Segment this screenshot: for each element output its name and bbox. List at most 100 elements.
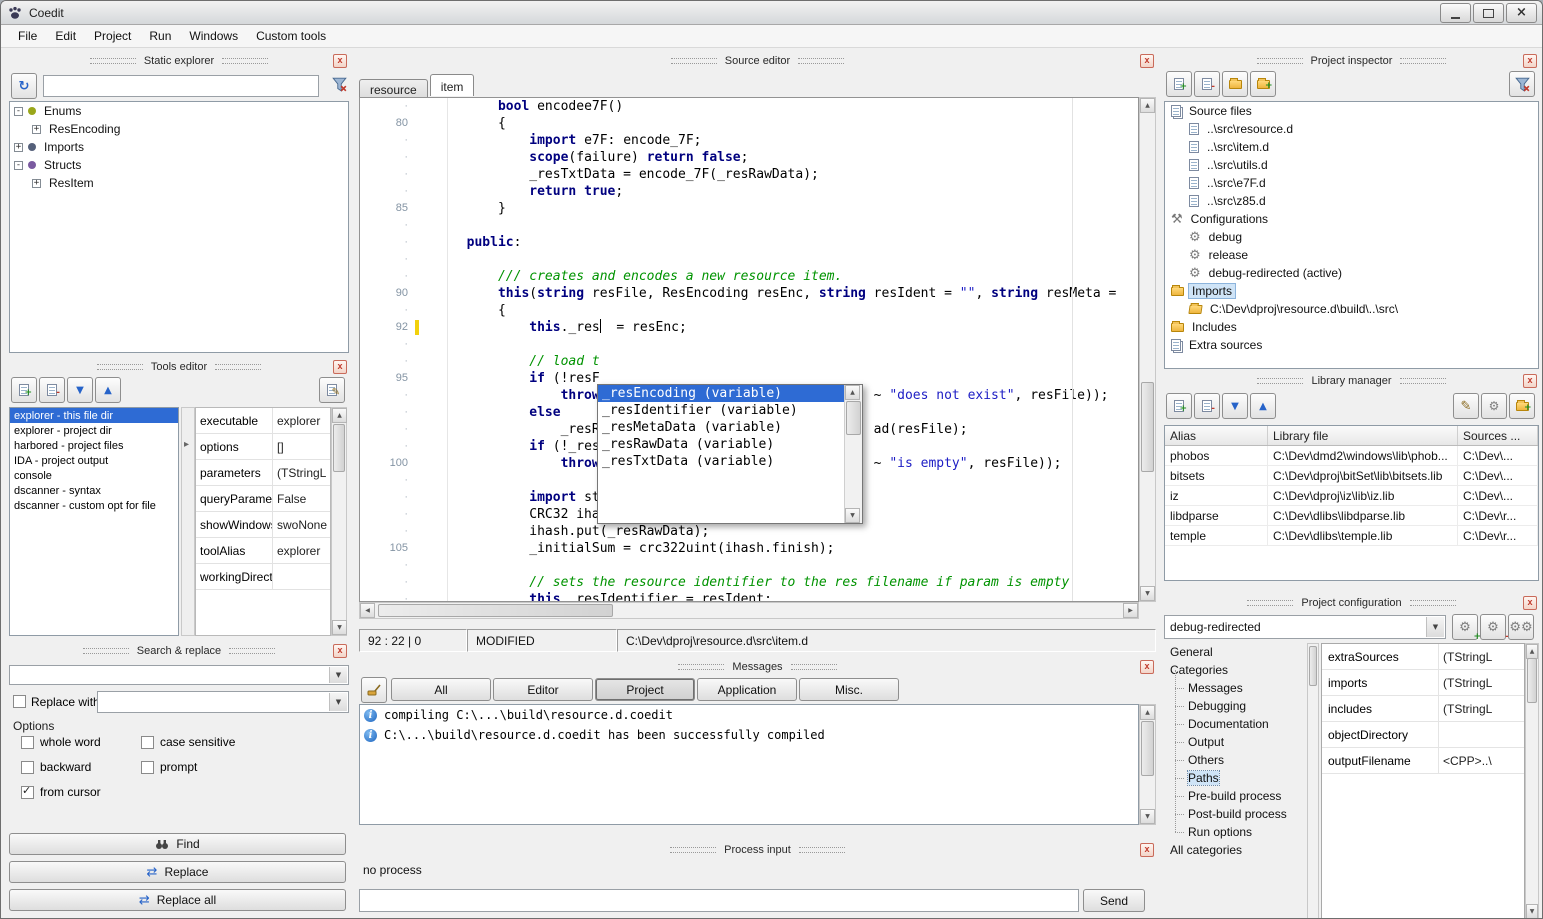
panel-header[interactable]: Project configuration x bbox=[1164, 595, 1539, 611]
symbol-tree-item[interactable]: -Structs bbox=[10, 156, 348, 174]
project-tree-item[interactable]: ..\src\utils.d bbox=[1165, 156, 1538, 174]
maximize-button[interactable] bbox=[1473, 3, 1504, 23]
scroll-down-icon[interactable]: ▼ bbox=[1140, 809, 1155, 824]
category-post-build-process[interactable]: Post-build process bbox=[1164, 805, 1305, 823]
project-tree-item[interactable]: Includes bbox=[1165, 318, 1538, 336]
scroll-up-icon[interactable]: ▲ bbox=[1140, 705, 1155, 720]
property-row[interactable]: queryParametFalse bbox=[196, 486, 330, 512]
property-row[interactable]: options[] bbox=[196, 434, 330, 460]
messages-scrollbar[interactable]: ▲ ▼ bbox=[1139, 704, 1156, 825]
replace-all-button[interactable]: ⇄ Replace all bbox=[9, 889, 346, 911]
category-debugging[interactable]: Debugging bbox=[1164, 697, 1305, 715]
panel-close-icon[interactable]: x bbox=[333, 360, 347, 374]
library-row[interactable]: bitsetsC:\Dev\dproj\bitSet\lib\bitsets.l… bbox=[1165, 466, 1538, 486]
project-tree-item[interactable]: ⚙debug bbox=[1165, 228, 1538, 246]
tool-list-item[interactable]: console bbox=[10, 468, 178, 483]
filter-misc[interactable]: Misc. bbox=[799, 678, 899, 701]
category-output[interactable]: Output bbox=[1164, 733, 1305, 751]
configuration-grid-scrollbar[interactable]: ▲ ▼ bbox=[1525, 643, 1539, 919]
tab-resource[interactable]: resource bbox=[359, 79, 428, 99]
panel-close-icon[interactable]: x bbox=[1140, 54, 1154, 68]
property-row[interactable]: workingDirect bbox=[196, 564, 330, 590]
close-button[interactable]: × bbox=[1506, 3, 1537, 23]
menu-file[interactable]: File bbox=[9, 27, 46, 45]
filter-sources-button[interactable] bbox=[1509, 71, 1535, 97]
panel-close-icon[interactable]: x bbox=[1140, 843, 1154, 857]
dropdown-button[interactable]: ▼ bbox=[1426, 617, 1444, 637]
symbol-search-input[interactable] bbox=[43, 75, 319, 97]
project-tree-item[interactable]: C:\Dev\dproj\resource.d\build\..\src\ bbox=[1165, 300, 1538, 318]
configuration-combo[interactable]: debug-redirected ▼ bbox=[1164, 615, 1446, 639]
filter-editor[interactable]: Editor bbox=[493, 678, 593, 701]
tools-grid-scrollbar[interactable]: ▲ ▼ bbox=[331, 407, 347, 636]
filter-button[interactable] bbox=[332, 77, 347, 97]
scroll-down-icon[interactable]: ▼ bbox=[1140, 586, 1155, 601]
panel-close-icon[interactable]: x bbox=[1523, 54, 1537, 68]
scroll-down-icon[interactable]: ▼ bbox=[845, 508, 860, 523]
minimize-button[interactable] bbox=[1440, 3, 1471, 23]
tool-list-item[interactable]: harbored - project files bbox=[10, 438, 178, 453]
scroll-left-icon[interactable]: ◀ bbox=[360, 603, 375, 618]
expander-icon[interactable]: + bbox=[14, 143, 23, 152]
replace-term-combo[interactable]: ▼ bbox=[97, 691, 349, 713]
scroll-up-icon[interactable]: ▲ bbox=[1140, 98, 1155, 113]
code-editor[interactable]: · bool encodee7F()80 {· import e7F: enco… bbox=[359, 97, 1139, 602]
category-documentation[interactable]: Documentation bbox=[1164, 715, 1305, 733]
project-tree-item[interactable]: Source files bbox=[1165, 102, 1538, 120]
panel-header[interactable]: Messages x bbox=[359, 659, 1156, 675]
expander-icon[interactable]: - bbox=[14, 107, 23, 116]
clone-configuration-button[interactable]: ⚙⚙ bbox=[1508, 614, 1534, 640]
open-folder-button[interactable] bbox=[1222, 71, 1248, 97]
message-row[interactable]: iC:\...\build\resource.d.coedit has been… bbox=[360, 725, 1138, 745]
completion-item[interactable]: _resTxtData (variable) bbox=[598, 453, 844, 470]
project-tree-item[interactable]: ..\src\z85.d bbox=[1165, 192, 1538, 210]
project-tree-item[interactable]: ..\src\item.d bbox=[1165, 138, 1538, 156]
replace-button[interactable]: ⇄ Replace bbox=[9, 861, 346, 883]
find-button[interactable]: Find bbox=[9, 833, 346, 855]
option-from-cursor[interactable]: from cursor bbox=[21, 785, 141, 799]
tool-list-item[interactable]: explorer - this file dir bbox=[10, 408, 178, 423]
add-source-button[interactable]: + bbox=[1166, 71, 1192, 97]
category-all-categories[interactable]: All categories bbox=[1164, 841, 1305, 859]
expander-icon[interactable]: - bbox=[14, 161, 23, 170]
title-bar[interactable]: Coedit × bbox=[1, 1, 1542, 25]
scroll-up-icon[interactable]: ▲ bbox=[332, 408, 347, 423]
project-tree-item[interactable]: ⚙debug-redirected (active) bbox=[1165, 264, 1538, 282]
scroll-thumb[interactable] bbox=[1141, 721, 1154, 776]
panel-header[interactable]: Project inspector x bbox=[1164, 53, 1539, 69]
option-backward[interactable]: backward bbox=[21, 760, 141, 774]
add-folder-library-button[interactable]: + bbox=[1509, 393, 1535, 419]
library-row[interactable]: templeC:\Dev\dlibs\temple.libC:\Dev\r... bbox=[1165, 526, 1538, 546]
column-header[interactable]: Sources ... bbox=[1458, 426, 1538, 445]
add-configuration-button[interactable]: ⚙+ bbox=[1452, 614, 1478, 640]
project-tree-item[interactable]: ..\src\e7F.d bbox=[1165, 174, 1538, 192]
category-paths[interactable]: Paths bbox=[1164, 769, 1305, 787]
tool-list-item[interactable]: dscanner - syntax bbox=[10, 483, 178, 498]
dropdown-button[interactable]: ▼ bbox=[329, 667, 347, 683]
move-down-button[interactable]: ▼ bbox=[67, 377, 93, 403]
menu-run[interactable]: Run bbox=[140, 27, 180, 45]
symbol-tree-item[interactable]: +Imports bbox=[10, 138, 348, 156]
move-down-button[interactable]: ▼ bbox=[1222, 393, 1248, 419]
library-row[interactable]: phobosC:\Dev\dmd2\windows\lib\phob...C:\… bbox=[1165, 446, 1538, 466]
scroll-thumb[interactable] bbox=[1141, 382, 1154, 472]
add-tool-button[interactable]: + bbox=[11, 377, 37, 403]
completion-item[interactable]: _resMetaData (variable) bbox=[598, 419, 844, 436]
symbol-tree-item[interactable]: -Enums bbox=[10, 102, 348, 120]
category-messages[interactable]: Messages bbox=[1164, 679, 1305, 697]
editor-vertical-scrollbar[interactable]: ▲ ▼ bbox=[1139, 97, 1156, 602]
category-categories[interactable]: Categories bbox=[1164, 661, 1305, 679]
completion-item[interactable]: _resIdentifier (variable) bbox=[598, 402, 844, 419]
project-tree-item[interactable]: Extra sources bbox=[1165, 336, 1538, 354]
remove-library-button[interactable]: - bbox=[1194, 393, 1220, 419]
config-property-row[interactable]: imports(TStringL bbox=[1322, 670, 1524, 696]
menu-project[interactable]: Project bbox=[85, 27, 140, 45]
panel-close-icon[interactable]: x bbox=[1523, 374, 1537, 388]
edit-tool-button[interactable]: ✎ bbox=[319, 377, 345, 403]
add-library-button[interactable]: + bbox=[1166, 393, 1192, 419]
message-row[interactable]: icompiling C:\...\build\resource.d.coedi… bbox=[360, 705, 1138, 725]
option-prompt[interactable]: prompt bbox=[141, 760, 341, 774]
symbol-tree-item[interactable]: +ResEncoding bbox=[10, 120, 348, 138]
panel-header[interactable]: Static explorer x bbox=[9, 53, 349, 69]
option-case-sensitive[interactable]: case sensitive bbox=[141, 735, 341, 749]
